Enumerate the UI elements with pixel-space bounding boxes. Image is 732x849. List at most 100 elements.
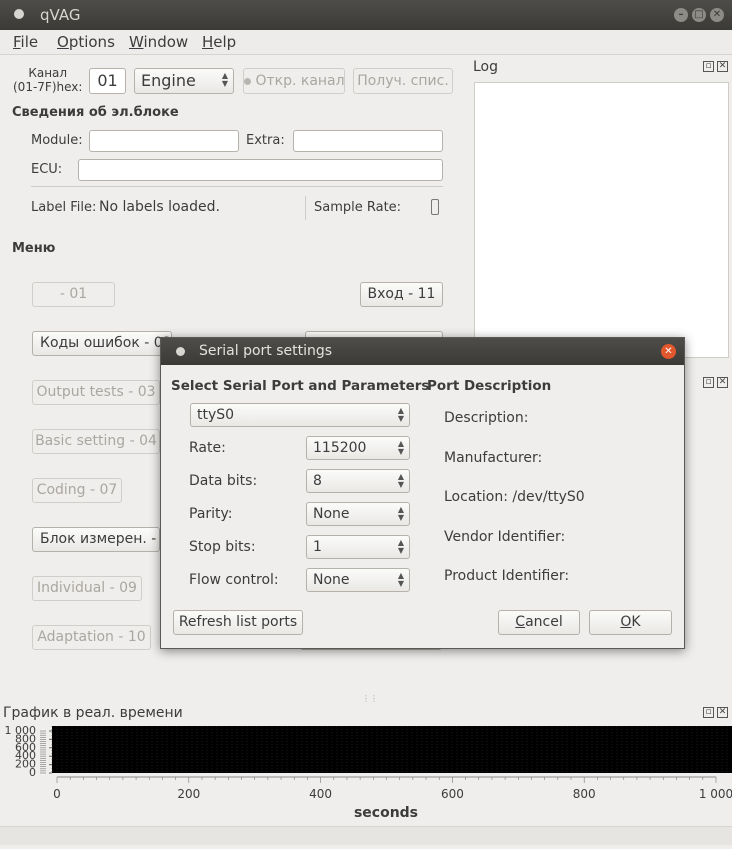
channel-input[interactable]: 01	[89, 68, 126, 94]
port-description-line: Manufacturer:	[444, 450, 543, 466]
func-10-button[interactable]: Adaptation - 10	[32, 625, 151, 650]
float-icon[interactable]: ▫	[703, 707, 714, 718]
extra-label: Extra:	[246, 133, 285, 148]
extra-field[interactable]	[293, 130, 443, 152]
label-file-value: No labels loaded.	[99, 199, 220, 215]
second-dock-buttons: ▫ ✕	[700, 376, 728, 388]
ecu-field[interactable]	[78, 159, 443, 181]
open-channel-button[interactable]: Откр. канал	[243, 68, 345, 94]
x-tick-label: 800	[573, 787, 596, 801]
serial-port-dialog: Serial port settings ✕ Select Serial Por…	[160, 337, 685, 649]
chevron-updown-icon: ▲ ▼	[397, 538, 404, 555]
func-08-button[interactable]: Блок измерен. - 08	[32, 527, 160, 552]
param-select[interactable]: 8 ▲ ▼	[306, 469, 410, 493]
x-tick-label: 400	[309, 787, 332, 801]
description-heading: Port Description	[427, 378, 552, 394]
param-label: Parity:	[189, 506, 233, 522]
port-description-line: Vendor Identifier:	[444, 529, 566, 545]
func-03-button[interactable]: Output tests - 03	[32, 380, 160, 405]
chevron-updown-icon: ▲ ▼	[397, 406, 404, 423]
float-icon[interactable]: ▫	[703, 377, 714, 388]
window-title: qVAG	[40, 6, 81, 24]
chevron-updown-icon: ▲ ▼	[397, 472, 404, 489]
module-select[interactable]: Engine ▲ ▼	[134, 68, 234, 94]
param-select[interactable]: None ▲ ▼	[306, 568, 410, 592]
minimize-icon[interactable]: –	[674, 8, 688, 22]
channel-label: Канал (01-7F)hex:	[13, 66, 83, 94]
label-file-label: Label File:	[31, 200, 97, 215]
divider	[31, 186, 443, 187]
param-select-value: 8	[313, 473, 322, 489]
open-channel-label: Откр. канал	[255, 73, 345, 89]
menu-options[interactable]: Options	[57, 33, 115, 51]
vertical-divider	[305, 196, 306, 220]
log-panel[interactable]	[474, 82, 729, 358]
maximize-icon[interactable]: □	[692, 8, 706, 22]
chevron-updown-icon: ▲ ▼	[397, 571, 404, 588]
func-01-button[interactable]: - 01	[32, 282, 115, 307]
refresh-ports-button[interactable]: Refresh list ports	[173, 610, 303, 635]
window-titlebar: qVAG – □ ✕	[0, 0, 732, 30]
sample-rate-value	[431, 199, 439, 215]
param-select-value: 1	[313, 539, 322, 555]
module-label: Module:	[31, 133, 83, 148]
chevron-updown-icon: ▲ ▼	[221, 71, 228, 88]
port-description-line: Location: /dev/ttyS0	[444, 489, 585, 505]
app-icon	[14, 9, 24, 19]
chart-dock-buttons: ▫ ✕	[700, 706, 728, 718]
func-07-button[interactable]: Coding - 07	[32, 478, 122, 503]
ok-button[interactable]: OK	[589, 610, 672, 635]
x-tick-label: 200	[177, 787, 200, 801]
menu-section-heading: Меню	[12, 241, 56, 256]
param-select-value: 115200	[313, 440, 367, 456]
close-icon[interactable]: ✕	[717, 61, 728, 72]
module-select-value: Engine	[141, 71, 196, 90]
chart-area: 1 000 800 600 400 200 0 0 200 400 600 800 1 000 seco…	[0, 723, 732, 826]
menu-file[interactable]: File	[13, 33, 38, 51]
port-description-line: Description:	[444, 410, 529, 426]
func-04-button[interactable]: Basic setting - 04	[32, 429, 160, 454]
float-icon[interactable]: ▫	[703, 61, 714, 72]
param-select[interactable]: 115200 ▲ ▼	[306, 436, 410, 460]
port-select-value: ttyS0	[197, 407, 235, 423]
port-description-line: Product Identifier:	[444, 568, 570, 584]
sample-rate-label: Sample Rate:	[314, 200, 402, 215]
realtime-chart: 1 00080060040020000 200 400 600 800 1 000seco…	[5, 724, 732, 821]
cancel-button[interactable]: Cancel	[498, 610, 580, 635]
module-field[interactable]	[89, 130, 239, 152]
menu-window[interactable]: Window	[129, 33, 188, 51]
port-select[interactable]: ttyS0 ▲ ▼	[190, 403, 410, 427]
log-title: Log	[473, 59, 499, 75]
func-09-button[interactable]: Individual - 09	[32, 576, 142, 601]
param-label: Stop bits:	[189, 539, 256, 555]
dialog-title: Serial port settings	[199, 343, 333, 359]
param-select-value: None	[313, 572, 350, 588]
dialog-titlebar: Serial port settings ✕	[161, 338, 684, 365]
x-tick-label: 600	[441, 787, 464, 801]
x-axis-label: seconds	[354, 805, 418, 821]
chevron-updown-icon: ▲ ▼	[397, 505, 404, 522]
close-icon[interactable]: ✕	[717, 377, 728, 388]
menubar: File Options Window Help	[0, 30, 732, 55]
param-label: Rate:	[189, 440, 226, 456]
param-label: Flow control:	[189, 572, 279, 588]
unit-info-heading: Сведения об эл.блоке	[12, 105, 179, 120]
bottom-scrollbar[interactable]	[0, 826, 732, 845]
splitter-handle[interactable]: ⋮⋮	[362, 694, 378, 703]
close-icon[interactable]: ✕	[717, 707, 728, 718]
param-select[interactable]: None ▲ ▼	[306, 502, 410, 526]
close-icon[interactable]: ✕	[661, 344, 676, 359]
realtime-title: График в реал. времени	[3, 705, 183, 721]
param-select-value: None	[313, 506, 350, 522]
func-02-button[interactable]: Коды ошибок - 02	[32, 331, 172, 356]
x-tick-label: 0	[53, 787, 61, 801]
status-dot-icon	[244, 78, 251, 85]
close-icon[interactable]: ✕	[710, 8, 724, 22]
x-tick-label: 1 000	[699, 787, 732, 801]
menu-help[interactable]: Help	[202, 33, 236, 51]
param-label: Data bits:	[189, 473, 258, 489]
ecu-label: ECU:	[31, 162, 63, 177]
param-select[interactable]: 1 ▲ ▼	[306, 535, 410, 559]
get-list-button[interactable]: Получ. спис.	[353, 68, 453, 94]
func-11-button[interactable]: Вход - 11	[360, 282, 443, 307]
